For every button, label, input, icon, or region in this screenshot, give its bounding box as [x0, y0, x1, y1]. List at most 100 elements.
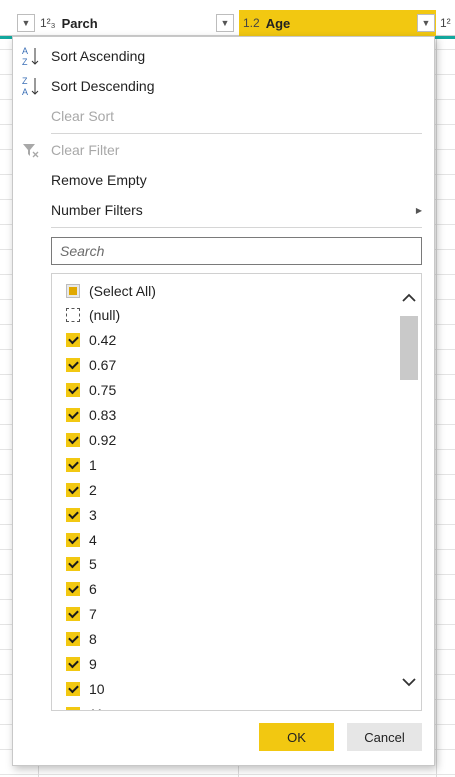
list-item[interactable]: 10 [52, 676, 397, 701]
list-item[interactable]: 3 [52, 502, 397, 527]
checkbox[interactable] [66, 333, 80, 348]
list-item[interactable]: 8 [52, 627, 397, 652]
value-list: (Select All) (null) 0.42 0.67 0.75 0.83 0.92 1 2… [51, 273, 422, 711]
chevron-down-icon: ▼ [220, 18, 230, 28]
list-item[interactable]: 0.92 [52, 427, 397, 452]
cancel-button[interactable]: Cancel [347, 723, 422, 751]
checkbox[interactable] [66, 582, 80, 597]
svg-text:A: A [22, 87, 28, 97]
parch-dropdown-button[interactable]: ▼ [216, 14, 234, 32]
checkbox[interactable] [66, 432, 80, 447]
column-header-row: ▼ 1²₃ Parch ▼ 1.2 Age ▼ 1² [0, 0, 455, 36]
scroll-up-button[interactable] [397, 286, 421, 310]
chevron-up-icon [402, 293, 416, 302]
list-item-label: 0.75 [89, 382, 117, 399]
checkbox[interactable] [66, 408, 80, 422]
list-item[interactable]: 11 [52, 701, 397, 710]
select-all-item[interactable]: (Select All) [52, 278, 397, 303]
scroll-down-button[interactable] [397, 670, 421, 694]
checkbox[interactable] [66, 283, 80, 298]
menu-item-label: Sort Descending [51, 78, 155, 94]
sort-ascending-item[interactable]: A Z Sort Ascending [13, 41, 434, 71]
decimal-type-icon: 1.2 [243, 16, 260, 30]
menu-item-label: Clear Sort [51, 108, 115, 124]
list-item[interactable]: 5 [52, 552, 397, 577]
menu-divider [51, 133, 422, 134]
list-item-label: 0.42 [89, 332, 117, 349]
checkbox[interactable] [66, 532, 80, 547]
column-name: Age [265, 15, 291, 31]
list-item[interactable]: 9 [52, 652, 397, 677]
svg-text:Z: Z [22, 76, 28, 86]
column-name: Parch [61, 15, 98, 31]
list-item-label: 0.67 [89, 357, 117, 374]
list-item[interactable]: 0.67 [52, 353, 397, 378]
menu-item-label: Number Filters [51, 202, 143, 218]
checkbox[interactable] [66, 358, 80, 373]
checkbox[interactable] [66, 308, 80, 323]
list-item[interactable]: 7 [52, 602, 397, 627]
sort-descending-icon: Z A [21, 75, 41, 97]
chevron-down-icon: ▼ [421, 18, 431, 28]
menu-divider [51, 227, 422, 228]
list-item-label: 4 [89, 531, 97, 548]
checkbox[interactable] [66, 706, 80, 710]
list-item[interactable]: 0.42 [52, 328, 397, 353]
chevron-down-icon [402, 678, 416, 687]
checkbox[interactable] [66, 507, 80, 522]
column-header-next[interactable]: 1² [440, 10, 455, 36]
column-divider [436, 0, 437, 777]
ok-button[interactable]: OK [259, 723, 334, 751]
list-item-label: 0.83 [89, 407, 117, 423]
column-header-age[interactable]: 1.2 Age [239, 10, 436, 36]
filter-dropdown-panel: A Z Sort Ascending Z A Sort Descending C… [12, 36, 435, 766]
list-item[interactable]: 2 [52, 477, 397, 502]
list-item-label: 0.92 [89, 431, 117, 448]
checkbox[interactable] [66, 482, 80, 497]
whole-number-type-icon: 1² [440, 16, 451, 30]
list-item-label: (Select All) [89, 282, 156, 299]
checkbox[interactable] [66, 383, 80, 398]
checkbox[interactable] [66, 607, 80, 622]
sort-descending-item[interactable]: Z A Sort Descending [13, 71, 434, 101]
checkbox[interactable] [66, 681, 80, 696]
list-item[interactable]: 6 [52, 577, 397, 602]
remove-empty-item[interactable]: Remove Empty [13, 165, 434, 195]
list-item-label: 1 [89, 456, 97, 473]
checkbox[interactable] [66, 657, 80, 671]
scroll-thumb[interactable] [400, 316, 418, 380]
search-input[interactable] [51, 237, 422, 265]
list-item[interactable]: 0.75 [52, 378, 397, 403]
chevron-down-icon: ▼ [21, 18, 31, 28]
clear-filter-item[interactable]: Clear Filter [13, 135, 434, 165]
checkbox[interactable] [66, 632, 80, 647]
list-item-label: 2 [89, 481, 97, 498]
list-item[interactable]: (null) [52, 303, 397, 328]
number-filters-item[interactable]: Number Filters ▶ [13, 195, 434, 225]
sort-ascending-icon: A Z [21, 45, 41, 67]
clear-filter-icon [21, 139, 41, 161]
menu-item-label: Clear Filter [51, 142, 120, 158]
list-scrollbar[interactable] [397, 274, 421, 710]
chevron-right-icon: ▶ [415, 205, 422, 215]
checkbox[interactable] [66, 557, 80, 572]
list-item-label: 6 [89, 581, 97, 598]
column-dropdown-button[interactable]: ▼ [17, 14, 35, 32]
menu-item-label: Remove Empty [51, 172, 147, 188]
list-item-label: (null) [89, 307, 121, 324]
list-item-label: 9 [89, 656, 97, 672]
list-item[interactable]: 0.83 [52, 403, 397, 428]
age-dropdown-button[interactable]: ▼ [417, 14, 435, 32]
list-item-label: 3 [89, 506, 97, 523]
list-item[interactable]: 1 [52, 452, 397, 477]
list-item-label: 7 [89, 606, 97, 623]
checkbox[interactable] [66, 457, 80, 472]
whole-number-type-icon: 1²₃ [40, 16, 56, 30]
list-item-label: 8 [89, 631, 97, 648]
list-item-label: 5 [89, 556, 97, 573]
column-header-parch[interactable]: 1²₃ Parch [40, 10, 235, 36]
menu-item-label: Sort Ascending [51, 48, 146, 64]
list-item[interactable]: 4 [52, 527, 397, 552]
clear-sort-item[interactable]: Clear Sort [13, 101, 434, 131]
list-item-label: 10 [89, 680, 105, 697]
